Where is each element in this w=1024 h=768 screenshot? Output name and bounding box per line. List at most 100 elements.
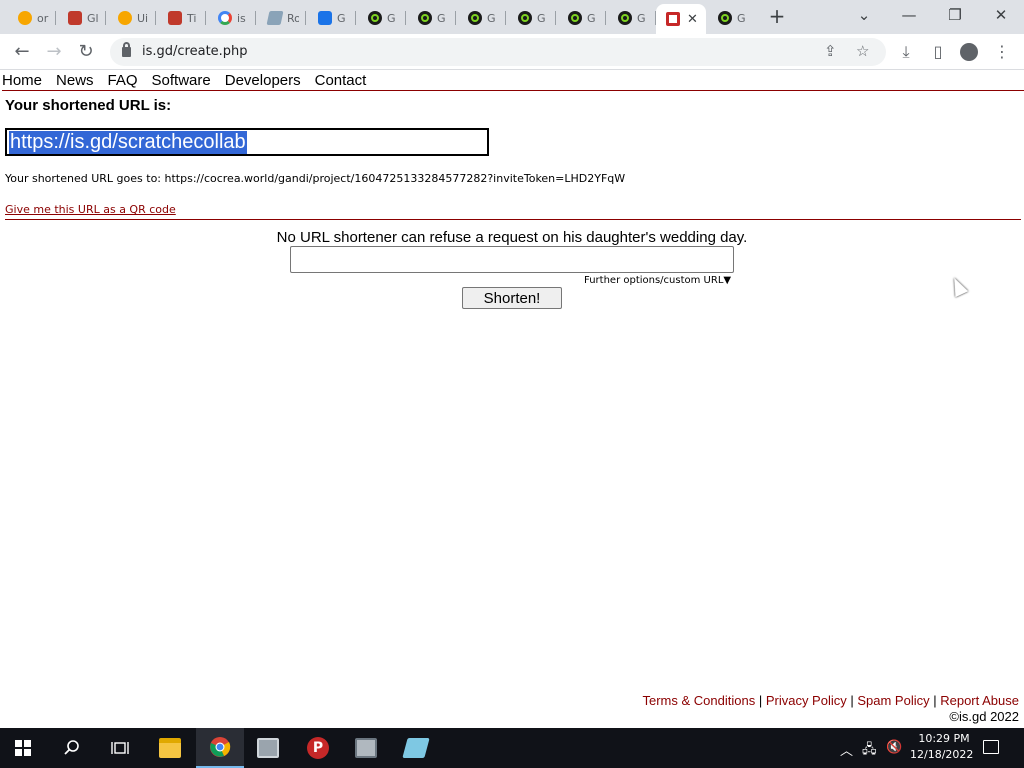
result-heading: Your shortened URL is:	[5, 97, 172, 114]
ring-icon	[568, 11, 582, 25]
browser-tab[interactable]: Gl	[58, 4, 106, 32]
network-app-icon[interactable]	[244, 728, 292, 768]
close-tab-icon[interactable]: ✕	[687, 12, 698, 27]
destination-url: https://cocrea.world/gandi/project/16047…	[164, 172, 626, 185]
shorten-button[interactable]: Shorten!	[462, 287, 562, 309]
footer-separator: |	[846, 693, 858, 708]
clock-time[interactable]: 10:29 PM	[914, 732, 974, 745]
red-app-icon	[68, 11, 82, 25]
tab-title: G	[537, 11, 546, 25]
task-view-icon[interactable]	[96, 728, 144, 768]
browser-tab[interactable]: Ro	[258, 4, 306, 32]
paper-icon	[266, 11, 284, 25]
browser-tab[interactable]: G	[358, 4, 406, 32]
tab-title: G	[587, 11, 596, 25]
browser-tab[interactable]: G	[508, 4, 556, 32]
page-content: Home News FAQ Software Developers Contac…	[0, 71, 1024, 728]
privacy-link[interactable]: Privacy Policy	[766, 693, 847, 708]
tab-title: G	[637, 11, 646, 25]
qr-code-link[interactable]: Give me this URL as a QR code	[5, 203, 176, 216]
browser-tab[interactable]: Ui	[108, 4, 156, 32]
forward-icon[interactable]: →	[42, 40, 66, 64]
spam-policy-link[interactable]: Spam Policy	[857, 693, 929, 708]
browser-tab[interactable]: Ti	[158, 4, 206, 32]
bookmark-star-icon[interactable]: ☆	[856, 42, 869, 60]
bitcoin-icon	[18, 11, 32, 25]
short-url-field[interactable]: https://is.gd/scratchecollab	[5, 128, 489, 156]
close-window-button[interactable]: ✕	[985, 4, 1017, 28]
site-nav: Home News FAQ Software Developers Contac…	[2, 71, 1024, 91]
nav-contact[interactable]: Contact	[315, 71, 367, 90]
tab-title: Gl	[87, 11, 99, 25]
menu-kebab-icon[interactable]: ⋮	[992, 42, 1012, 61]
psiphon-icon[interactable]: P	[294, 728, 342, 768]
windows-start-icon[interactable]	[15, 740, 31, 756]
browser-tab[interactable]: is	[208, 4, 256, 32]
notification-icon[interactable]	[983, 740, 999, 754]
tab-title: Ro	[287, 11, 299, 25]
tab-title: is	[237, 11, 246, 25]
volume-muted-icon[interactable]: 🔇	[886, 740, 902, 755]
windows-taskbar: P ︿ 🖧 🔇 10:29 PM 12/18/2022	[0, 728, 1024, 768]
ring-icon	[618, 11, 632, 25]
file-explorer-icon[interactable]	[146, 728, 194, 768]
share-icon[interactable]: ⇪	[824, 42, 837, 60]
profile-avatar-icon[interactable]	[960, 43, 978, 61]
browser-tab[interactable]: G	[558, 4, 606, 32]
notepad-icon[interactable]	[392, 728, 440, 768]
further-options-toggle[interactable]: Further options/custom URL▼	[584, 275, 731, 286]
tab-search-icon[interactable]: ⌄	[848, 4, 880, 28]
reload-icon[interactable]: ↻	[74, 40, 98, 64]
new-tab-button[interactable]: +	[766, 6, 788, 28]
clock-date[interactable]: 12/18/2022	[910, 748, 973, 761]
restore-button[interactable]: ❐	[939, 4, 971, 28]
tab-title: G	[437, 11, 446, 25]
terms-link[interactable]: Terms & Conditions	[643, 693, 756, 708]
address-bar[interactable]: is.gd/create.php ⇪ ☆	[110, 38, 886, 66]
nav-faq[interactable]: FAQ	[108, 71, 138, 90]
nav-home[interactable]: Home	[2, 71, 42, 90]
ring-icon	[518, 11, 532, 25]
back-icon[interactable]: ←	[10, 40, 34, 64]
show-hidden-icons[interactable]: ︿	[840, 740, 853, 759]
tab-title: G	[387, 11, 396, 25]
mouse-cursor-icon	[947, 274, 969, 298]
side-panel-icon[interactable]: ▯	[928, 42, 948, 61]
browser-tab[interactable]: or	[8, 4, 56, 32]
chrome-icon[interactable]	[196, 728, 244, 768]
browser-tab[interactable]: G	[608, 4, 656, 32]
copyright: ©is.gd 2022	[949, 709, 1019, 724]
browser-tab[interactable]: G	[308, 4, 356, 32]
remote-desktop-icon[interactable]	[342, 728, 390, 768]
tab-title: Ui	[137, 11, 149, 25]
blue-g-icon	[318, 11, 332, 25]
nav-software[interactable]: Software	[152, 71, 211, 90]
long-url-input[interactable]	[290, 246, 734, 273]
ring-icon	[368, 11, 382, 25]
network-icon[interactable]: 🖧	[862, 740, 877, 762]
google-icon	[218, 11, 232, 25]
browser-tab[interactable]: G	[408, 4, 456, 32]
nav-news[interactable]: News	[56, 71, 94, 90]
short-url-text[interactable]: https://is.gd/scratchecollab	[9, 130, 247, 154]
destination-prefix: Your shortened URL goes to:	[5, 172, 165, 185]
browser-tab-active[interactable]: ✕	[656, 4, 706, 34]
lock-icon[interactable]	[122, 42, 131, 57]
footer-separator: |	[755, 693, 766, 708]
isgd-icon	[666, 12, 680, 26]
footer-separator: |	[929, 693, 941, 708]
footer-links: Terms & Conditions | Privacy Policy | Sp…	[643, 693, 1020, 708]
tab-title: G	[487, 11, 496, 25]
search-icon[interactable]	[48, 728, 96, 768]
browser-tab[interactable]: G	[708, 4, 756, 32]
section-divider	[5, 219, 1021, 220]
browser-tab-strip: or Gl Ui Ti is Ro G G G G G G G ✕ G + ⌄ …	[0, 0, 1024, 34]
tagline: No URL shortener can refuse a request on…	[276, 229, 748, 246]
report-abuse-link[interactable]: Report Abuse	[940, 693, 1019, 708]
download-icon[interactable]: ⤓	[896, 42, 916, 62]
nav-developers[interactable]: Developers	[225, 71, 301, 90]
minimize-button[interactable]: —	[893, 4, 925, 28]
address-text[interactable]: is.gd/create.php	[142, 44, 248, 59]
browser-tab[interactable]: G	[458, 4, 506, 32]
destination-url-text: Your shortened URL goes to: https://cocr…	[5, 172, 625, 185]
